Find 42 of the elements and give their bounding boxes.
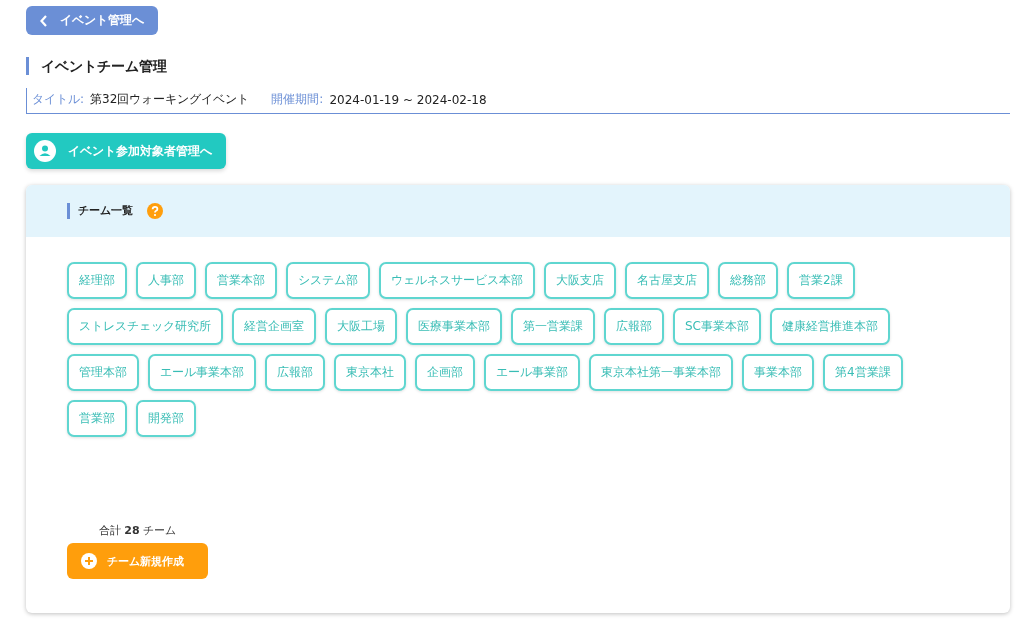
- period-label: 開催期間:: [271, 91, 324, 108]
- chevron-left-icon: [40, 14, 48, 27]
- team-chip[interactable]: SC事業本部: [673, 308, 761, 345]
- title-value: 第32回ウォーキングイベント: [90, 91, 250, 108]
- team-chip[interactable]: 営業本部: [205, 262, 277, 299]
- team-chip[interactable]: 人事部: [136, 262, 196, 299]
- team-chip[interactable]: 名古屋支店: [625, 262, 709, 299]
- title-label: タイトル:: [32, 91, 85, 108]
- team-chip[interactable]: システム部: [286, 262, 370, 299]
- plus-icon: [81, 553, 97, 569]
- team-chip[interactable]: 事業本部: [742, 354, 814, 391]
- team-chip[interactable]: ストレスチェック研究所: [67, 308, 223, 345]
- team-chip[interactable]: 第4営業課: [823, 354, 903, 391]
- team-chip[interactable]: 総務部: [718, 262, 778, 299]
- team-chip[interactable]: 大阪支店: [544, 262, 616, 299]
- team-chip[interactable]: エール事業部: [484, 354, 580, 391]
- team-chip[interactable]: 営業部: [67, 400, 127, 437]
- period-value: 2024-01-19 ~ 2024-02-18: [329, 92, 487, 107]
- team-chip[interactable]: 経理部: [67, 262, 127, 299]
- team-chip[interactable]: 企画部: [415, 354, 475, 391]
- team-chip[interactable]: 東京本社: [334, 354, 406, 391]
- panel-title: チーム一覧: [67, 203, 133, 219]
- help-icon[interactable]: [147, 203, 163, 219]
- team-chip[interactable]: 広報部: [604, 308, 664, 345]
- team-chip[interactable]: 第一営業課: [511, 308, 595, 345]
- back-button[interactable]: イベント管理へ: [26, 6, 158, 35]
- team-chip[interactable]: ウェルネスサービス本部: [379, 262, 535, 299]
- team-chip[interactable]: 広報部: [265, 354, 325, 391]
- create-team-button[interactable]: チーム新規作成: [67, 543, 208, 579]
- team-chip[interactable]: 東京本社第一事業本部: [589, 354, 733, 391]
- participants-button[interactable]: イベント参加対象者管理へ: [26, 133, 226, 169]
- person-icon: [34, 140, 56, 162]
- page-title: イベントチーム管理: [26, 57, 167, 75]
- team-chip[interactable]: エール事業本部: [148, 354, 256, 391]
- team-chip[interactable]: 開発部: [136, 400, 196, 437]
- team-chip[interactable]: 営業2課: [787, 262, 855, 299]
- team-chip[interactable]: 経営企画室: [232, 308, 316, 345]
- team-chip[interactable]: 健康経営推進本部: [770, 308, 890, 345]
- team-chip[interactable]: 管理本部: [67, 354, 139, 391]
- team-chip[interactable]: 大阪工場: [325, 308, 397, 345]
- team-total: 合計 28 チーム: [98, 523, 177, 538]
- team-chip[interactable]: 医療事業本部: [406, 308, 502, 345]
